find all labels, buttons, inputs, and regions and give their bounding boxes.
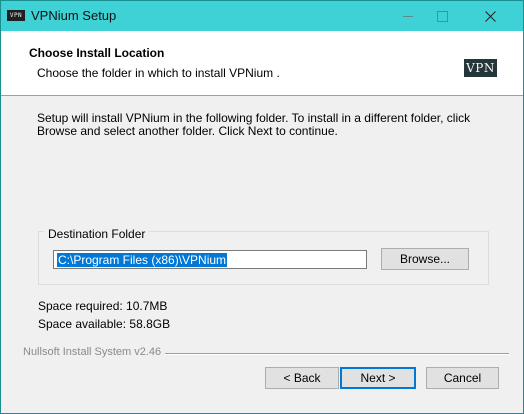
footer-divider bbox=[163, 353, 509, 355]
installer-branding: Nullsoft Install System v2.46 bbox=[23, 346, 166, 358]
window-title: VPNium Setup bbox=[31, 8, 117, 23]
maximize-icon bbox=[436, 10, 448, 22]
page-header: Choose Install Location Choose the folde… bbox=[1, 31, 523, 96]
destination-path-input[interactable]: C:\Program Files (x86)\VPNium bbox=[53, 250, 367, 269]
close-icon bbox=[484, 10, 496, 22]
maximize-button[interactable] bbox=[419, 1, 465, 31]
page-title: Choose Install Location bbox=[29, 46, 165, 60]
space-required: Space required: 10.7MB bbox=[38, 299, 168, 313]
installer-window: VPN VPNium Setup Choose Install Location… bbox=[0, 0, 524, 414]
vpn-logo: VPN bbox=[464, 59, 497, 77]
destination-folder-label: Destination Folder bbox=[44, 227, 150, 241]
browse-button[interactable]: Browse... bbox=[381, 248, 469, 270]
close-button[interactable] bbox=[467, 1, 513, 31]
app-icon: VPN bbox=[7, 10, 25, 21]
minimize-icon bbox=[403, 15, 413, 17]
next-button[interactable]: Next > bbox=[340, 367, 416, 389]
page-subtitle: Choose the folder in which to install VP… bbox=[37, 66, 280, 80]
back-button[interactable]: < Back bbox=[265, 367, 339, 389]
cancel-button[interactable]: Cancel bbox=[426, 367, 499, 389]
space-available: Space available: 58.8GB bbox=[38, 317, 171, 331]
destination-path-value: C:\Program Files (x86)\VPNium bbox=[57, 253, 228, 267]
intro-text: Setup will install VPNium in the followi… bbox=[37, 111, 471, 138]
title-bar[interactable]: VPN VPNium Setup bbox=[1, 1, 523, 31]
